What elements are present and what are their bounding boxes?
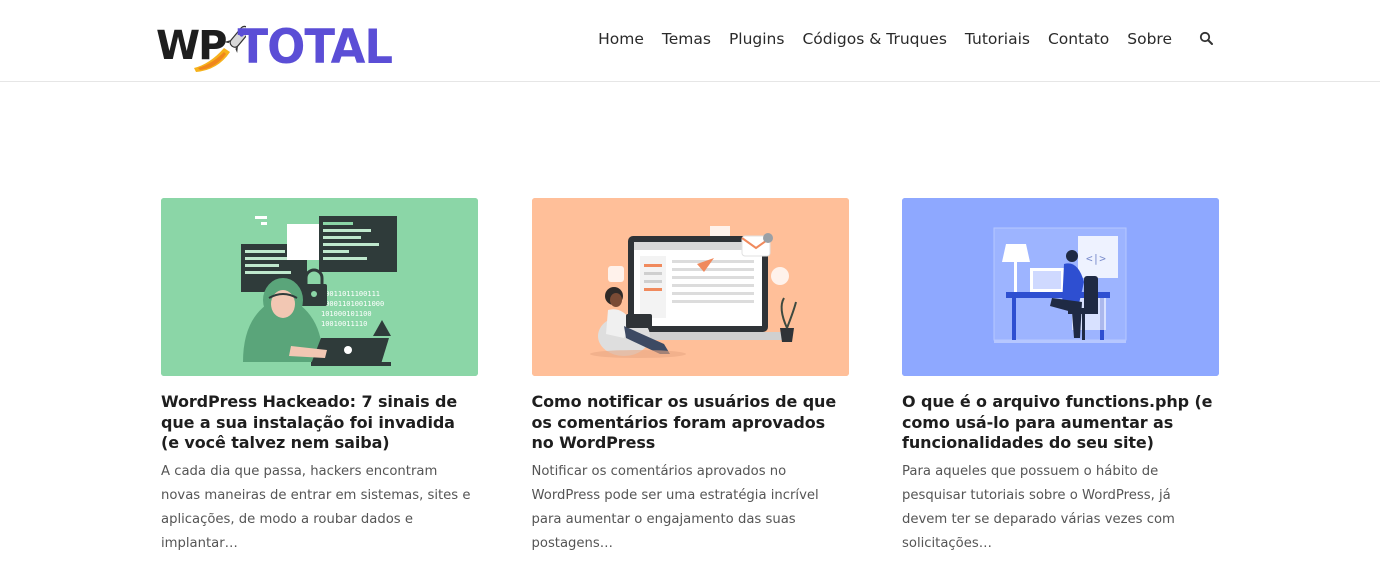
post-thumbnail[interactable]: 10011011100111 100011010011000 101000101… bbox=[161, 198, 478, 376]
nav-tutoriais[interactable]: Tutoriais bbox=[965, 30, 1030, 48]
post-excerpt: Para aqueles que possuem o hábito de pes… bbox=[902, 463, 1175, 551]
nav-home[interactable]: Home bbox=[598, 30, 644, 48]
nav-contato[interactable]: Contato bbox=[1048, 30, 1109, 48]
post-title[interactable]: O que é o arquivo functions.php (e como … bbox=[902, 392, 1219, 454]
nav-temas[interactable]: Temas bbox=[662, 30, 711, 48]
laptop-notification-illustration-icon bbox=[531, 198, 849, 376]
hacker-illustration-icon: 10011011100111 100011010011000 101000101… bbox=[161, 198, 478, 376]
search-icon[interactable] bbox=[1198, 30, 1216, 48]
nav-sobre[interactable]: Sobre bbox=[1127, 30, 1172, 48]
logo-total-text: TOTAL bbox=[237, 18, 393, 74]
post-thumbnail[interactable]: <|> bbox=[902, 198, 1219, 376]
post-card: 10011011100111 100011010011000 101000101… bbox=[161, 198, 478, 556]
svg-text:10010011110: 10010011110 bbox=[321, 320, 367, 328]
post-card: <|> O que é o arquivo functions.php (e c… bbox=[902, 198, 1219, 556]
site-logo[interactable]: WP TOTAL bbox=[156, 18, 393, 74]
post-title[interactable]: WordPress Hackeado: 7 sinais de que a su… bbox=[161, 392, 478, 454]
svg-text:100011010011000: 100011010011000 bbox=[321, 300, 384, 308]
nav-plugins[interactable]: Plugins bbox=[729, 30, 785, 48]
post-excerpt: A cada dia que passa, hackers encontram … bbox=[161, 463, 471, 551]
developer-desk-illustration-icon: <|> bbox=[902, 198, 1219, 376]
svg-text:<|>: <|> bbox=[1086, 252, 1106, 265]
rocket-icon bbox=[194, 25, 246, 72]
svg-text:101000101100: 101000101100 bbox=[321, 310, 372, 318]
site-header: WP TOTAL Home Temas Plugins Códigos & Tr… bbox=[0, 0, 1380, 82]
nav-codigos-truques[interactable]: Códigos & Truques bbox=[802, 30, 946, 48]
post-title[interactable]: Como notificar os usuários de que os com… bbox=[532, 392, 849, 454]
post-excerpt: Notificar os comentários aprovados no Wo… bbox=[531, 463, 819, 551]
main-nav: Home Temas Plugins Códigos & Truques Tut… bbox=[580, 30, 1216, 48]
post-card: Como notificar os usuários de que os com… bbox=[531, 198, 849, 556]
post-grid: 10011011100111 100011010011000 101000101… bbox=[161, 198, 1219, 556]
svg-text:10011011100111: 10011011100111 bbox=[321, 290, 380, 298]
post-thumbnail[interactable] bbox=[531, 198, 849, 376]
